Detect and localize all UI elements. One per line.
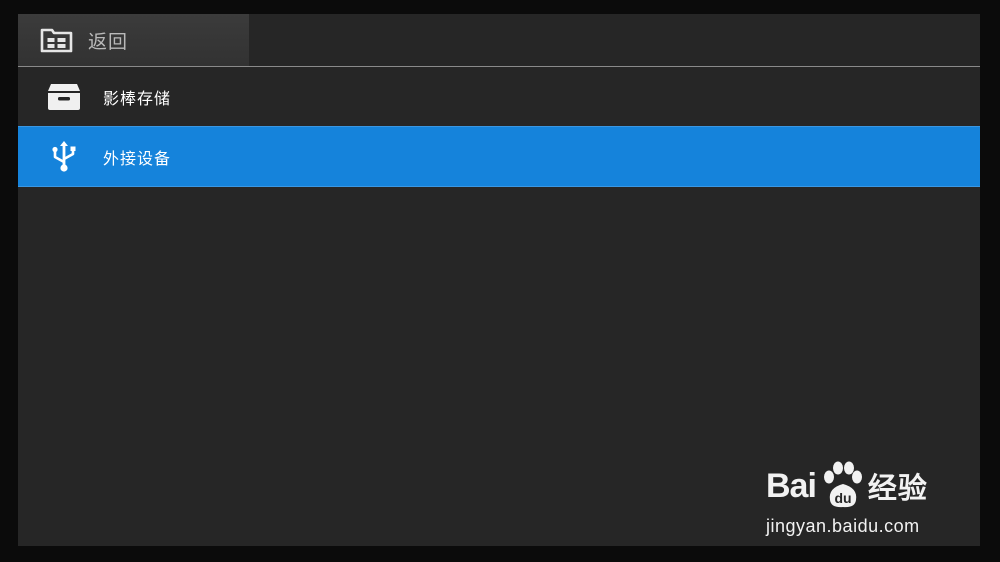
list-item-label: 外接设备 [103, 148, 172, 168]
watermark-url: jingyan.baidu.com [766, 516, 920, 536]
list-item-internal-storage[interactable]: 影棒存储 [18, 67, 980, 126]
baidu-paw-icon: du [823, 461, 862, 508]
watermark-jingyan-text: 经验 [867, 471, 928, 505]
storage-box-icon [46, 81, 82, 113]
baidu-jingyan-watermark: Bai du 经验 jingyan.baidu.com [766, 456, 976, 544]
list-item-external-device[interactable]: 外接设备 [18, 126, 980, 187]
back-label: 返回 [88, 30, 129, 53]
tv-screen: 返回 影棒存储 外接设备 Bai du 经验 jingyan.baidu.com [18, 14, 980, 546]
watermark-logo: Bai du 经验 [766, 456, 928, 516]
storage-list: 影棒存储 外接设备 [18, 67, 980, 187]
svg-text:du: du [834, 490, 851, 506]
folder-back-icon [40, 27, 73, 53]
usb-icon [46, 140, 82, 173]
watermark-brand-text: Bai [766, 466, 817, 505]
header-bar: 返回 [18, 14, 980, 66]
back-button[interactable]: 返回 [18, 14, 249, 66]
list-item-label: 影棒存储 [103, 88, 172, 108]
